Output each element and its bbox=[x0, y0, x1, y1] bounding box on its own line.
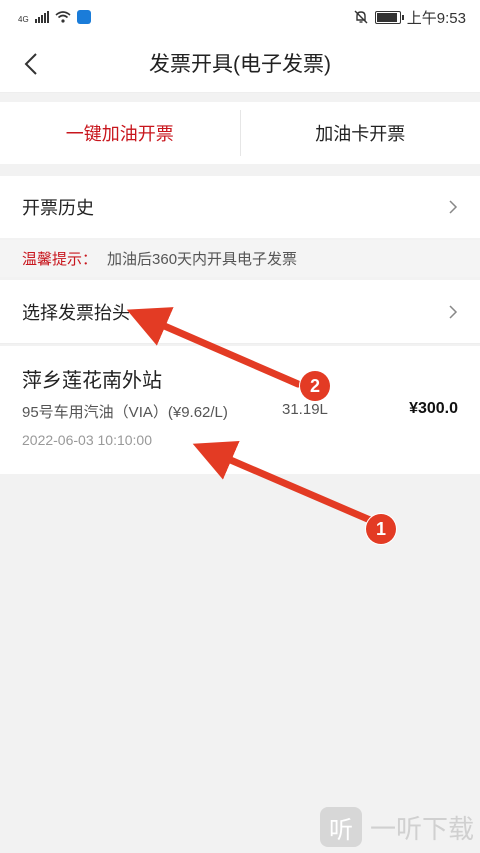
tab-fuel-card-invoice[interactable]: 加油卡开票 bbox=[241, 102, 480, 164]
annotation-badge-1: 1 bbox=[366, 514, 396, 544]
network-type: 4G bbox=[18, 15, 29, 24]
annotation-badge-2: 2 bbox=[300, 371, 330, 401]
select-invoice-header-label: 选择发票抬头 bbox=[22, 302, 130, 323]
back-arrow-icon[interactable] bbox=[20, 50, 44, 78]
watermark-text: 一听下载 bbox=[369, 813, 474, 844]
order-datetime: 2022-06-03 10:10:00 bbox=[22, 432, 152, 448]
tip-label: 温馨提示： bbox=[22, 251, 98, 268]
invoice-history-label: 开票历史 bbox=[22, 198, 94, 218]
status-bar: 4G 上午9:53 bbox=[0, 0, 480, 34]
chevron-right-icon bbox=[449, 200, 458, 214]
battery-icon bbox=[374, 10, 404, 24]
watermark: 听 一听下载 bbox=[319, 807, 474, 847]
page-title: 发票开具(电子发票) bbox=[149, 53, 331, 76]
invoice-type-tabs: 一键加油开票 加油卡开票 bbox=[0, 102, 480, 164]
fuel-volume: 31.19L bbox=[282, 401, 328, 418]
invoice-history-row[interactable]: 开票历史 bbox=[0, 176, 480, 238]
tab-one-key-invoice[interactable]: 一键加油开票 bbox=[0, 102, 240, 164]
nav-bar: 发票开具(电子发票) bbox=[0, 34, 480, 93]
tip-banner: 温馨提示： 加油后360天内开具电子发票 bbox=[0, 240, 480, 277]
mute-bell-icon bbox=[354, 10, 368, 24]
fuel-type: 95号车用汽油（VIA）(¥9.62/L) bbox=[22, 404, 228, 421]
clock: 上午9:53 bbox=[406, 9, 466, 27]
select-invoice-header-row[interactable]: 选择发票抬头 bbox=[0, 280, 480, 344]
app-shield-icon bbox=[76, 10, 91, 24]
fuel-order-card[interactable]: 萍乡莲花南外站 95号车用汽油（VIA）(¥9.62/L) 31.19L ¥30… bbox=[0, 346, 480, 474]
signal-icon bbox=[34, 11, 49, 23]
order-amount: ¥300.0 bbox=[409, 400, 458, 417]
wifi-icon bbox=[55, 11, 71, 23]
station-name: 萍乡莲花南外站 bbox=[22, 370, 162, 392]
chevron-right-icon bbox=[449, 304, 458, 319]
watermark-logo: 听 bbox=[319, 807, 362, 847]
tip-text: 加油后360天内开具电子发票 bbox=[107, 251, 298, 268]
